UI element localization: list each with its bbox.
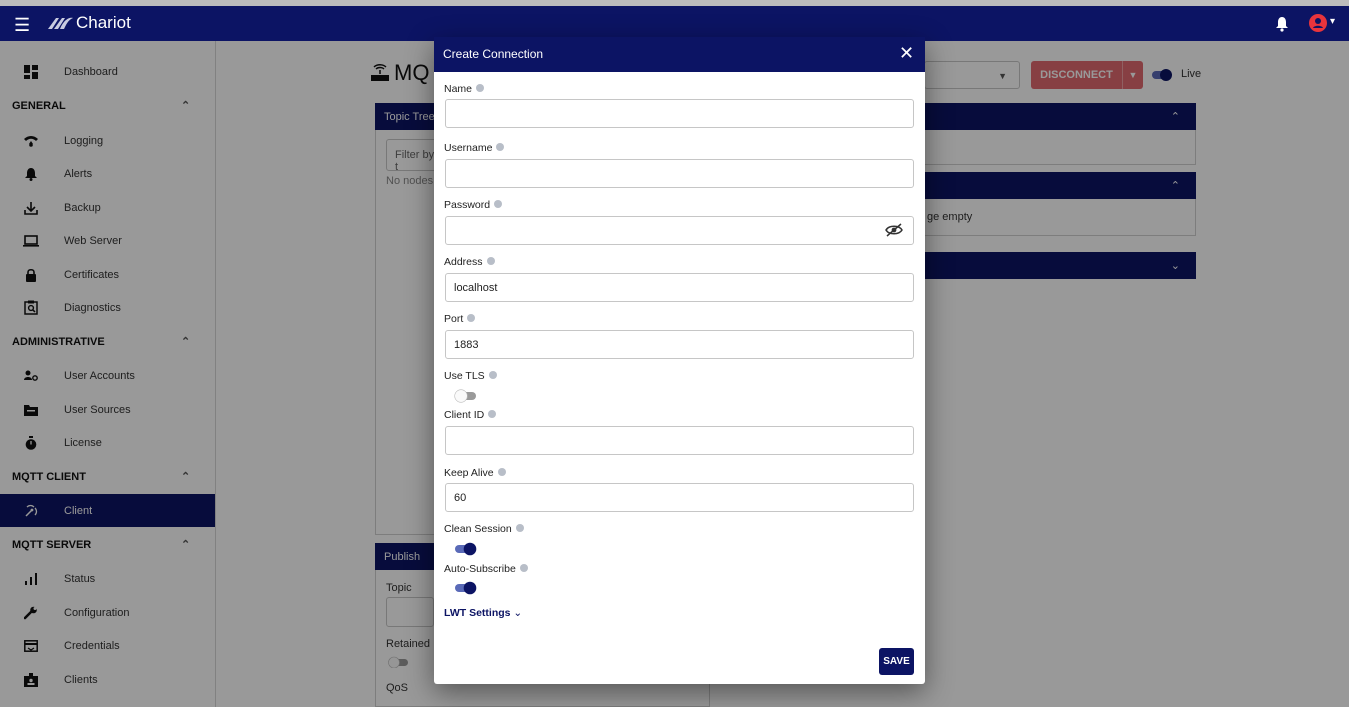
help-icon[interactable] — [519, 564, 528, 573]
clean-session-label: Clean Session — [444, 523, 524, 535]
chariot-logo-icon — [48, 17, 73, 29]
dialog-title: Create Connection — [443, 47, 544, 61]
help-icon[interactable] — [476, 84, 485, 93]
lwt-settings-toggle[interactable]: LWT Settings ⌄ — [444, 607, 522, 619]
name-input[interactable] — [445, 99, 914, 128]
client-id-label: Client ID — [444, 409, 497, 421]
keep-alive-label: Keep Alive — [444, 467, 506, 479]
keep-alive-input[interactable] — [445, 483, 914, 512]
notification-bell-icon[interactable] — [1275, 16, 1289, 32]
create-connection-dialog: Create Connection ✕ Name Username Passwo… — [434, 37, 925, 684]
help-icon[interactable] — [488, 371, 497, 380]
brand-name: Chariot — [76, 13, 131, 32]
help-icon[interactable] — [488, 410, 497, 419]
use-tls-toggle[interactable] — [454, 388, 478, 404]
auto-subscribe-label: Auto-Subscribe — [444, 563, 528, 575]
help-icon[interactable] — [486, 257, 495, 266]
save-button[interactable]: SAVE — [879, 648, 914, 675]
address-label: Address — [444, 256, 495, 268]
clean-session-toggle[interactable] — [454, 541, 478, 557]
chevron-down-icon: ⌄ — [513, 607, 523, 619]
address-input[interactable] — [445, 273, 914, 302]
help-icon[interactable] — [496, 143, 505, 152]
top-app-bar: ☰ Chariot ▾ — [0, 0, 1349, 41]
close-icon[interactable]: ✕ — [899, 43, 914, 64]
user-icon — [1313, 18, 1323, 28]
help-icon[interactable] — [467, 314, 476, 323]
chevron-down-icon[interactable]: ▾ — [1330, 16, 1335, 27]
port-input[interactable] — [445, 330, 914, 359]
auto-subscribe-toggle[interactable] — [454, 580, 478, 596]
port-label: Port — [444, 313, 476, 325]
username-label: Username — [444, 142, 505, 154]
help-icon[interactable] — [497, 468, 506, 477]
use-tls-label: Use TLS — [444, 370, 497, 382]
menu-icon[interactable]: ☰ — [14, 15, 30, 36]
username-input[interactable] — [445, 159, 914, 188]
password-input[interactable] — [445, 216, 914, 245]
eye-off-icon[interactable] — [885, 223, 903, 237]
help-icon[interactable] — [515, 524, 524, 533]
dialog-header: Create Connection ✕ — [434, 37, 925, 72]
help-icon[interactable] — [494, 200, 503, 209]
password-label: Password — [444, 199, 503, 211]
name-label: Name — [444, 83, 485, 95]
user-avatar[interactable] — [1309, 14, 1327, 32]
client-id-input[interactable] — [445, 426, 914, 455]
